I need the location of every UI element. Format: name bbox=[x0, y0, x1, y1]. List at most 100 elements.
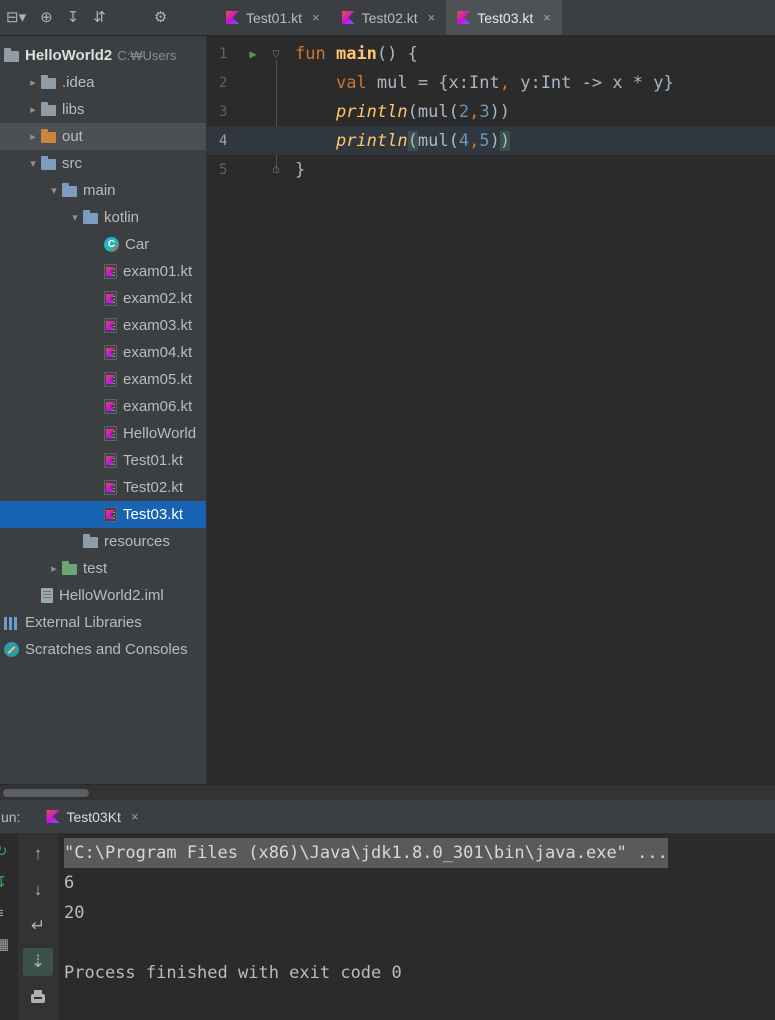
tree-item-main[interactable]: ▾ main bbox=[0, 177, 206, 204]
tree-item-label: .idea bbox=[62, 74, 95, 91]
tree-item-helloworld2-iml[interactable]: HelloWorld2.iml bbox=[0, 582, 206, 609]
close-tab-icon[interactable]: × bbox=[428, 10, 436, 25]
editor-line-2[interactable]: 2 val mul = {x:Int, y:Int -> x * y} bbox=[207, 68, 775, 97]
sync-icon[interactable]: ⇵ bbox=[93, 10, 106, 25]
tree-item-idea[interactable]: ▸ .idea bbox=[0, 69, 206, 96]
tab-test01-kt[interactable]: Test01.kt × bbox=[215, 0, 331, 35]
tree-item-scratches-and-consoles[interactable]: Scratches and Consoles bbox=[0, 636, 206, 663]
chevron-down-icon[interactable]: ▾ bbox=[67, 211, 83, 224]
tree-item-out[interactable]: ▸ out bbox=[0, 123, 206, 150]
scroll-to-end-icon[interactable]: ⇣ bbox=[23, 948, 53, 976]
options-icon[interactable]: ≡ bbox=[0, 906, 18, 921]
console-line: "C:\Program Files (x86)\Java\jdk1.8.0_30… bbox=[64, 838, 775, 868]
kotlin-file-icon bbox=[226, 11, 239, 24]
fold-marker-icon[interactable]: ⌂ bbox=[267, 46, 285, 61]
folder-icon bbox=[41, 101, 56, 116]
editor-line-5[interactable]: 5 ⌂} bbox=[207, 155, 775, 184]
tab-test03-kt[interactable]: Test03.kt × bbox=[446, 0, 562, 35]
console-toolbar: ↑ ↓ ↵ ⇣ bbox=[18, 834, 58, 1020]
kotlin-file-icon bbox=[104, 372, 117, 387]
rerun-icon[interactable]: ↻ bbox=[0, 844, 18, 859]
code-text: val mul = {x:Int, y:Int -> x * y} bbox=[335, 72, 674, 93]
prev-occurrence-icon[interactable]: ↑ bbox=[23, 840, 53, 868]
kotlin-class-icon: C bbox=[104, 237, 119, 252]
tree-item-label: HelloWorld2.iml bbox=[59, 587, 164, 604]
tree-item-src[interactable]: ▾ src bbox=[0, 150, 206, 177]
tree-item-test02-kt[interactable]: Test02.kt bbox=[0, 474, 206, 501]
kotlin-file-icon bbox=[104, 318, 117, 333]
run-body: ↻ ↧ ≡ ▦ ↑ ↓ ↵ ⇣ "C:\Program Files (x86)\Java\j… bbox=[0, 834, 775, 1020]
tree-item-exam05-kt[interactable]: exam05.kt bbox=[0, 366, 206, 393]
chevron-down-icon[interactable]: ▾ bbox=[46, 184, 62, 197]
tree-item-test01-kt[interactable]: Test01.kt bbox=[0, 447, 206, 474]
run-tab-label: Test03Kt bbox=[66, 808, 121, 825]
project-tree-panel[interactable]: HelloWorld2 C:₩Users ▸ .idea ▸ libs ▸ out ▾ src ▾ m… bbox=[0, 36, 207, 784]
file-icon bbox=[41, 588, 53, 603]
navigate-icon[interactable]: ⊕ bbox=[40, 10, 53, 25]
code-text: fun main() { bbox=[295, 43, 418, 64]
console-output[interactable]: "C:\Program Files (x86)\Java\jdk1.8.0_30… bbox=[58, 834, 775, 1020]
tree-item-exam01-kt[interactable]: exam01.kt bbox=[0, 258, 206, 285]
chevron-down-icon[interactable]: ▾ bbox=[25, 157, 41, 170]
tree-item-exam03-kt[interactable]: exam03.kt bbox=[0, 312, 206, 339]
tree-item-libs[interactable]: ▸ libs bbox=[0, 96, 206, 123]
editor-line-1[interactable]: 1 ▶ ⌂ fun main() { bbox=[207, 39, 775, 68]
run-tab-test03kt[interactable]: Test03Kt × bbox=[46, 808, 139, 825]
fold-marker-icon[interactable]: ⌂ bbox=[267, 162, 285, 177]
editor-tabs: Test01.kt × Test02.kt × Test03.kt × bbox=[215, 0, 562, 35]
kotlin-file-icon bbox=[341, 11, 355, 24]
editor-line-3[interactable]: 3 println(mul(2,3)) bbox=[207, 97, 775, 126]
tree-item-exam04-kt[interactable]: exam04.kt bbox=[0, 339, 206, 366]
print-icon[interactable] bbox=[23, 984, 53, 1012]
line-number: 3 bbox=[219, 103, 228, 120]
tree-item-exam02-kt[interactable]: exam02.kt bbox=[0, 285, 206, 312]
tree-item-kotlin[interactable]: ▾ kotlin bbox=[0, 204, 206, 231]
chevron-right-icon[interactable]: ▸ bbox=[25, 103, 41, 116]
chevron-right-icon[interactable]: ▸ bbox=[25, 76, 41, 89]
tree-item-label: main bbox=[83, 182, 116, 199]
tree-item-label: External Libraries bbox=[25, 614, 142, 631]
main-menu-icon[interactable]: ⊟▾ bbox=[6, 10, 26, 25]
tree-item-helloworld2[interactable]: HelloWorld2 C:₩Users bbox=[0, 42, 206, 69]
settings-icon[interactable]: ⚙ bbox=[154, 10, 167, 25]
close-run-tab-icon[interactable]: × bbox=[131, 809, 139, 824]
update-project-icon[interactable]: ↧ bbox=[67, 10, 80, 25]
main-area: HelloWorld2 C:₩Users ▸ .idea ▸ libs ▸ out ▾ src ▾ m… bbox=[0, 36, 775, 784]
run-header: un: Test03Kt × bbox=[0, 800, 775, 834]
tree-item-label: exam06.kt bbox=[123, 398, 193, 415]
tree-item-test03-kt[interactable]: Test03.kt bbox=[0, 501, 206, 528]
tree-item-car[interactable]: C Car bbox=[0, 231, 206, 258]
excluded-folder-icon bbox=[41, 128, 56, 143]
tree-item-label: Test02.kt bbox=[123, 479, 184, 496]
tree-item-label: exam04.kt bbox=[123, 344, 193, 361]
kotlin-file-icon bbox=[104, 507, 117, 522]
tree-item-test[interactable]: ▸ test bbox=[0, 555, 206, 582]
tree-item-label: kotlin bbox=[104, 209, 140, 226]
kotlin-file-icon bbox=[104, 264, 117, 279]
restore-layout-icon[interactable]: ▦ bbox=[0, 937, 18, 952]
source-folder-icon bbox=[83, 209, 98, 224]
tab-test02-kt[interactable]: Test02.kt × bbox=[331, 0, 447, 35]
run-tool-window: un: Test03Kt × ↻ ↧ ≡ ▦ ↑ ↓ ↵ ⇣ "C:\Program Fil… bbox=[0, 800, 775, 1020]
tree-item-label: Car bbox=[125, 236, 150, 253]
close-tab-icon[interactable]: × bbox=[312, 10, 320, 25]
soft-wrap-icon[interactable]: ↵ bbox=[23, 912, 53, 940]
chevron-right-icon[interactable]: ▸ bbox=[46, 562, 62, 575]
tree-item-exam06-kt[interactable]: exam06.kt bbox=[0, 393, 206, 420]
next-occurrence-icon[interactable]: ↓ bbox=[23, 876, 53, 904]
console-line: 6 bbox=[64, 873, 75, 893]
tree-item-resources[interactable]: resources bbox=[0, 528, 206, 555]
tree-item-helloworld[interactable]: HelloWorld bbox=[0, 420, 206, 447]
editor-line-4[interactable]: 4 println(mul(4,5)) bbox=[207, 126, 775, 155]
code-text: println(mul(2,3)) bbox=[335, 101, 511, 122]
ide-window: ⊟▾ ⊕ ↧ ⇵ ⚙ Test01.kt × Test02.kt × Test03.kt × He… bbox=[0, 0, 775, 1020]
tree-item-external-libraries[interactable]: External Libraries bbox=[0, 609, 206, 636]
run-line-icon[interactable]: ▶ bbox=[239, 47, 267, 61]
run-config-icon[interactable]: ↧ bbox=[0, 875, 18, 890]
tree-item-label: out bbox=[62, 128, 83, 145]
chevron-right-icon[interactable]: ▸ bbox=[25, 130, 41, 143]
close-tab-icon[interactable]: × bbox=[543, 10, 551, 25]
kotlin-file-icon bbox=[457, 11, 471, 24]
code-editor[interactable]: 1 ▶ ⌂ fun main() {2 val mul = {x:Int, y:Int… bbox=[207, 36, 775, 784]
horizontal-scrollbar-thumb[interactable] bbox=[3, 789, 89, 797]
